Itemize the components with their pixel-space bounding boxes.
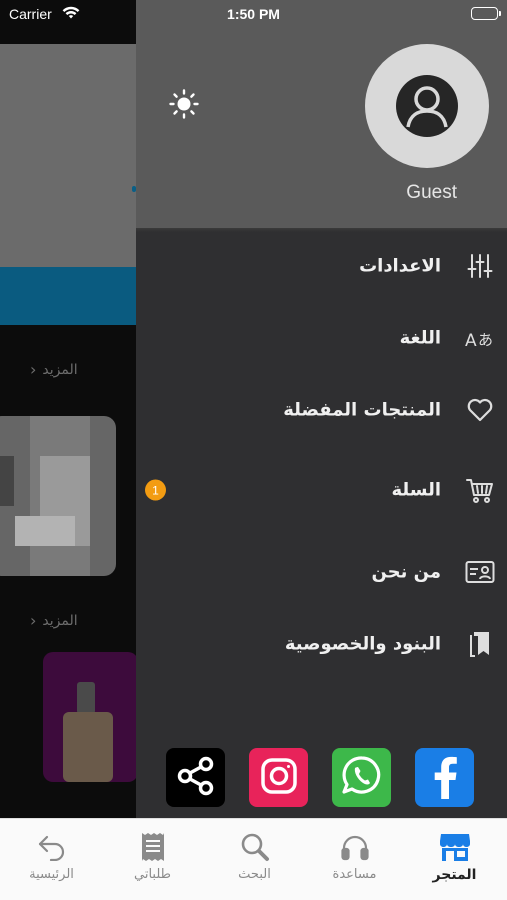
menu-item-cart[interactable]: 1 السلة (136, 460, 507, 520)
tab-label: طلباتي (134, 867, 171, 882)
more-label: المزيد (42, 361, 78, 378)
more-label-2: المزيد (42, 612, 78, 629)
svg-text:A: A (465, 331, 477, 351)
back-arrow-icon (36, 831, 68, 863)
social-links (166, 748, 474, 807)
share-icon (174, 754, 218, 802)
menu-item-settings[interactable]: الاعدادات (136, 236, 507, 296)
instagram-icon (257, 754, 301, 802)
menu-item-label: البنود والخصوصية (284, 633, 441, 655)
chevron-left-icon: ‹ (30, 360, 37, 379)
menu-item-label: المنتجات المفضلة (283, 399, 441, 421)
status-bar: Carrier 1:50 PM (0, 0, 507, 30)
facebook-button[interactable] (415, 748, 474, 807)
menu-item-terms[interactable]: البنود والخصوصية (136, 614, 507, 674)
banner-image (0, 44, 136, 267)
product-card-2[interactable] (43, 652, 136, 782)
instagram-button[interactable] (249, 748, 308, 807)
tab-bar: المتجر مساعدة البحث طلباتي الرئيسية (0, 818, 507, 900)
user-name: Guest (406, 182, 457, 203)
tab-help[interactable]: مساعدة (304, 819, 405, 900)
user-icon (396, 75, 458, 137)
menu-item-label: السلة (391, 479, 441, 501)
chevron-left-icon: ‹ (30, 611, 37, 630)
sun-icon[interactable] (169, 89, 199, 119)
avatar[interactable] (365, 44, 489, 168)
tab-label: البحث (238, 867, 271, 882)
heart-icon (465, 395, 495, 425)
book-icon (465, 629, 495, 659)
menu-item-favorites[interactable]: المنتجات المفضلة (136, 380, 507, 440)
tab-label: المتجر (432, 867, 477, 883)
cart-icon (465, 475, 495, 505)
promo-strip (0, 267, 136, 325)
headphones-icon (339, 831, 371, 863)
clock: 1:50 PM (227, 6, 280, 22)
background-store-page: المزيد ‹ المزيد ‹ (0, 0, 136, 818)
menu-item-label: اللغة (399, 327, 441, 349)
contact-card-icon (465, 557, 495, 587)
tab-label: مساعدة (332, 867, 377, 882)
tab-store[interactable]: المتجر (404, 819, 505, 900)
settings-sliders-icon (465, 251, 495, 281)
search-icon (239, 831, 271, 863)
drawer-header: Guest (136, 0, 507, 232)
tab-label: الرئيسية (29, 867, 74, 882)
menu-item-label: الاعدادات (359, 255, 441, 277)
share-button[interactable] (166, 748, 225, 807)
svg-text:あ: あ (478, 331, 493, 349)
side-drawer: Guest الاعدادات اللغة A あ المنتجات المفض… (136, 0, 507, 818)
more-link[interactable]: المزيد ‹ (30, 360, 78, 379)
menu-item-label: من نحن (371, 561, 441, 583)
cart-badge: 1 (145, 479, 166, 501)
language-icon: A あ (465, 323, 495, 353)
receipt-icon (137, 831, 169, 863)
facebook-icon (430, 753, 460, 803)
whatsapp-icon (339, 753, 385, 803)
tab-home[interactable]: الرئيسية (1, 819, 102, 900)
menu-item-language[interactable]: اللغة A あ (136, 308, 507, 368)
battery-icon (471, 7, 501, 20)
store-icon (439, 831, 471, 863)
tab-search[interactable]: البحث (204, 819, 305, 900)
whatsapp-button[interactable] (332, 748, 391, 807)
product-card[interactable] (0, 416, 116, 576)
more-link-2[interactable]: المزيد ‹ (30, 611, 78, 630)
tab-orders[interactable]: طلباتي (102, 819, 203, 900)
menu-item-about[interactable]: من نحن (136, 542, 507, 602)
